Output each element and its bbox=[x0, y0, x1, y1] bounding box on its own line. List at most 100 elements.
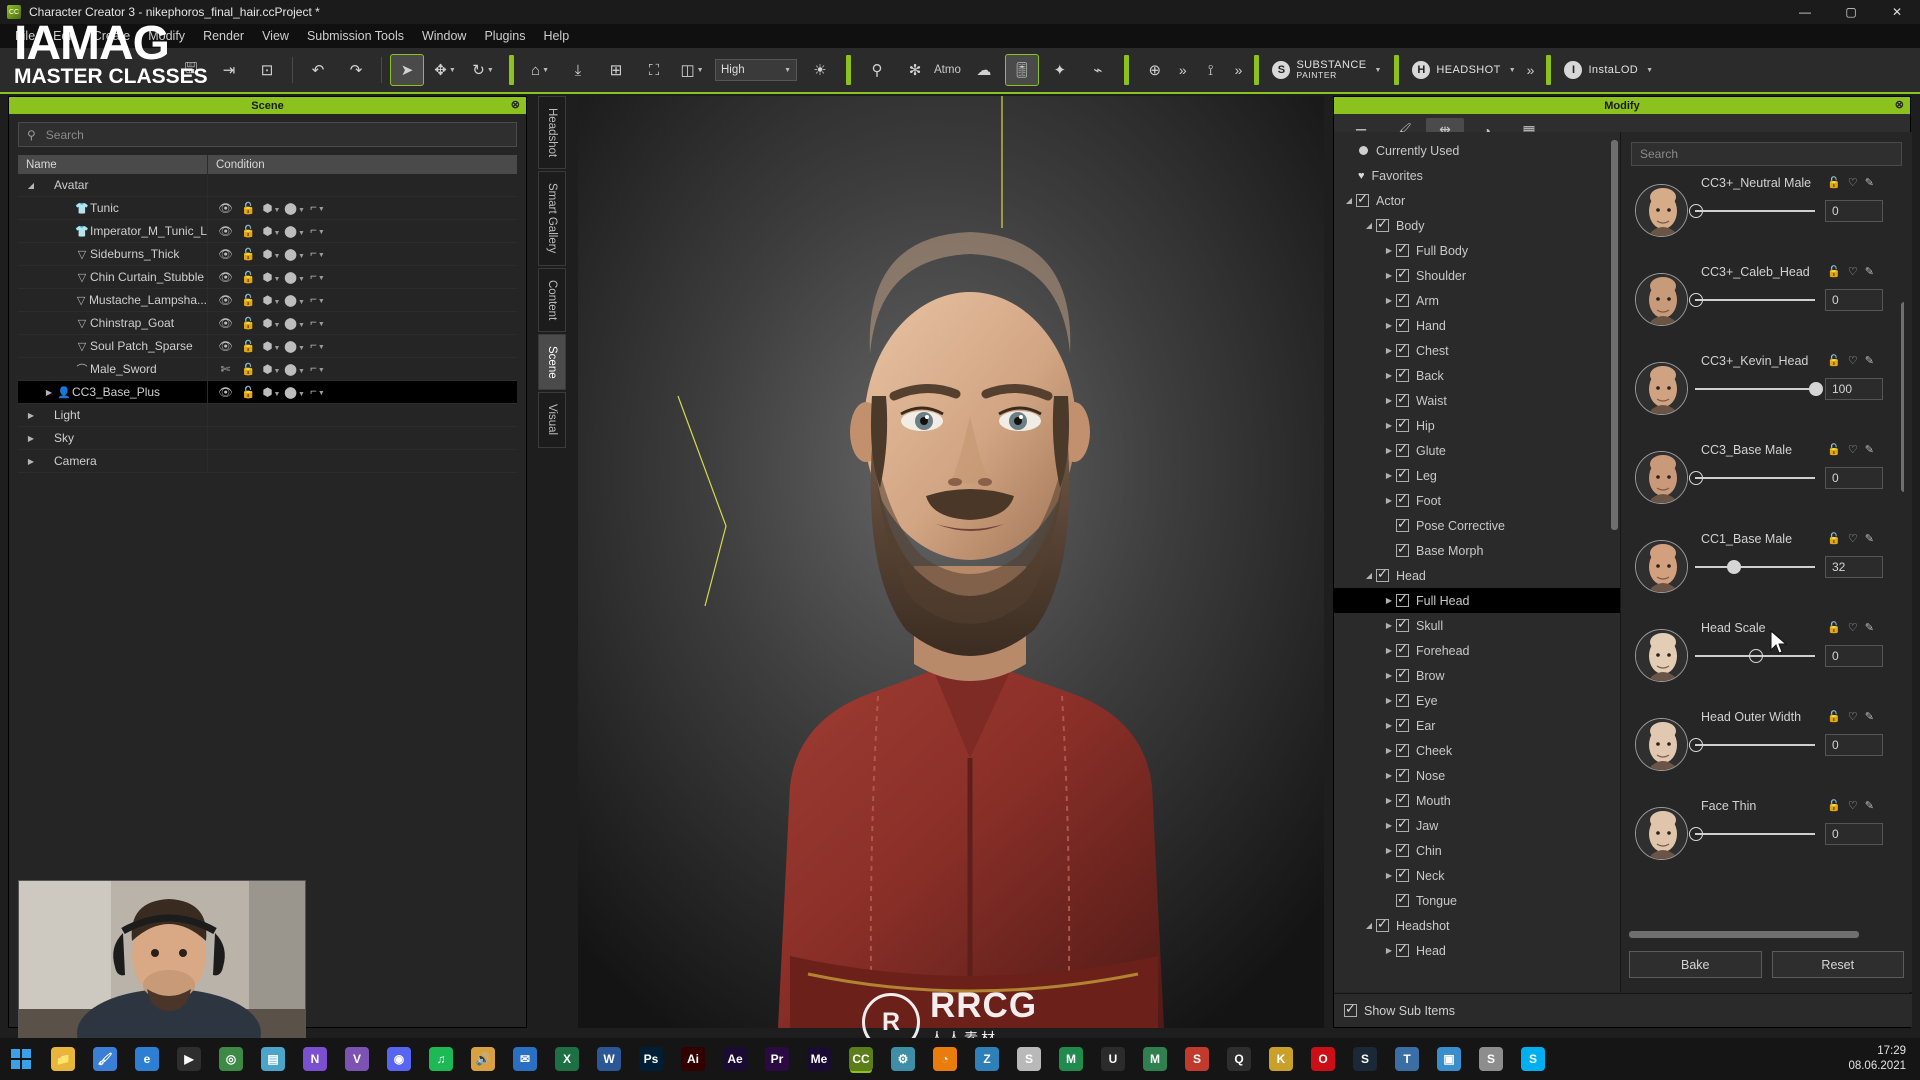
material-icon[interactable]: ⬤▼ bbox=[284, 270, 305, 284]
brand-dropdown-caret[interactable]: ▼ bbox=[1509, 67, 1516, 74]
menu-item-plugins[interactable]: Plugins bbox=[475, 26, 534, 46]
vertical-tab-headshot[interactable]: Headshot bbox=[538, 96, 566, 170]
morph-tree-row[interactable]: Base Morph bbox=[1334, 538, 1620, 563]
scene-tree-row[interactable]: ▶ 👤 CC3_Base_Plus 👁 🔓 ⬢▼ ⬤▼ ⌐▼ bbox=[18, 380, 517, 404]
morph-checkbox[interactable] bbox=[1396, 591, 1409, 607]
globe-icon[interactable]: ⊕ bbox=[1138, 54, 1172, 86]
reset-button[interactable]: Reset bbox=[1771, 951, 1904, 978]
morph-slider-track[interactable] bbox=[1695, 566, 1815, 568]
morph-slider-value[interactable]: 0 bbox=[1825, 645, 1883, 667]
morph-thumbnail-head-caleb[interactable] bbox=[1635, 273, 1688, 326]
expand-arrow-icon[interactable]: ◢ bbox=[1362, 921, 1376, 930]
show-sub-items-row[interactable]: Show Sub Items bbox=[1334, 993, 1912, 1027]
morph-checkbox[interactable] bbox=[1396, 516, 1409, 532]
morph-thumbnail-head-neutral-male[interactable] bbox=[1635, 184, 1688, 237]
lock-icon[interactable]: 🔓 bbox=[238, 224, 259, 238]
export-icon[interactable]: ⇥ bbox=[212, 54, 246, 86]
lock-icon[interactable]: 🔓 bbox=[1827, 354, 1841, 367]
morph-slider-value[interactable]: 0 bbox=[1825, 467, 1883, 489]
lock-icon[interactable]: 🔓 bbox=[1827, 443, 1841, 456]
lock-icon[interactable]: 🔓 bbox=[238, 316, 259, 330]
expand-arrow-icon[interactable]: ▶ bbox=[1382, 671, 1396, 680]
material-icon[interactable]: ⬤▼ bbox=[284, 247, 305, 261]
visibility-icon[interactable]: 👁 bbox=[215, 270, 236, 284]
morph-tree-row[interactable]: ▶ Foot bbox=[1334, 488, 1620, 513]
mesh-icon[interactable]: ⬢▼ bbox=[261, 224, 282, 238]
morph-tree-row[interactable]: ▶ Hip bbox=[1334, 413, 1620, 438]
taskbar-icon-media-player[interactable]: ▶ bbox=[168, 1038, 210, 1080]
morph-tree-row[interactable]: ▶ Jaw bbox=[1334, 813, 1620, 838]
visibility-icon[interactable]: 👁 bbox=[215, 385, 236, 399]
scene-search-input[interactable] bbox=[45, 127, 508, 142]
morph-tree-row[interactable]: ▶ Nose bbox=[1334, 763, 1620, 788]
morph-checkbox[interactable] bbox=[1396, 466, 1409, 482]
morph-tree-row[interactable]: ▶ Chin bbox=[1334, 838, 1620, 863]
taskbar-icon-discord[interactable]: ◉ bbox=[378, 1038, 420, 1080]
morph-slider-track[interactable] bbox=[1695, 477, 1815, 479]
expand-arrow-icon[interactable]: ▶ bbox=[24, 411, 38, 420]
material-icon[interactable]: ⬤▼ bbox=[284, 224, 305, 238]
expand-arrow-icon[interactable]: ▶ bbox=[1382, 321, 1396, 330]
vertical-tab-scene[interactable]: Scene bbox=[538, 333, 566, 391]
lock-icon[interactable]: 🔓 bbox=[1827, 532, 1841, 545]
pencil-icon[interactable]: ✎ bbox=[1865, 532, 1874, 545]
fog-icon[interactable]: ☁ bbox=[967, 54, 1001, 86]
uv-icon[interactable]: ⌐▼ bbox=[307, 317, 328, 329]
morph-checkbox[interactable] bbox=[1376, 916, 1389, 932]
menu-item-window[interactable]: Window bbox=[413, 26, 475, 46]
morph-slider-value[interactable]: 32 bbox=[1825, 556, 1883, 578]
scene-tree-row[interactable]: ▽ Chin Curtain_Stubble 👁 🔓 ⬢▼ ⬤▼ ⌐▼ bbox=[18, 265, 517, 289]
morph-slider-knob[interactable] bbox=[1749, 649, 1763, 663]
scene-tree-row[interactable]: ▽ Soul Patch_Sparse 👁 🔓 ⬢▼ ⬤▼ ⌐▼ bbox=[18, 334, 517, 358]
vertical-tab-visual[interactable]: Visual bbox=[538, 392, 566, 448]
lock-icon[interactable]: 🔓 bbox=[238, 362, 259, 376]
mesh-icon[interactable]: ⬢▼ bbox=[261, 201, 282, 215]
morph-slider-knob[interactable] bbox=[1689, 293, 1703, 307]
morph-tree-row[interactable]: ▶ Eye bbox=[1334, 688, 1620, 713]
taskbar-icon-marmoset[interactable]: T bbox=[1386, 1038, 1428, 1080]
morph-checkbox[interactable] bbox=[1396, 441, 1409, 457]
heart-icon[interactable]: ♡ bbox=[1848, 354, 1858, 367]
morph-slider-knob[interactable] bbox=[1689, 204, 1703, 218]
lock-icon[interactable]: 🔓 bbox=[238, 247, 259, 261]
heart-icon[interactable]: ♡ bbox=[1848, 710, 1858, 723]
morph-tree-row[interactable]: ▶ Cheek bbox=[1334, 738, 1620, 763]
morph-tree-row[interactable]: ▶ Hand bbox=[1334, 313, 1620, 338]
taskbar-icon-skype[interactable]: S bbox=[1512, 1038, 1554, 1080]
morph-tree-row[interactable]: ◢ Head bbox=[1334, 563, 1620, 588]
morph-checkbox[interactable] bbox=[1396, 241, 1409, 257]
scene-search-box[interactable]: ⚲ bbox=[18, 122, 517, 147]
expand-arrow-icon[interactable]: ◢ bbox=[24, 181, 38, 190]
toolbar-overflow-chevron[interactable]: » bbox=[1230, 62, 1248, 78]
pencil-icon[interactable]: ✎ bbox=[1865, 443, 1874, 456]
morph-slider-knob[interactable] bbox=[1727, 560, 1742, 574]
taskbar-icon-opera[interactable]: O bbox=[1302, 1038, 1344, 1080]
pencil-icon[interactable]: ✎ bbox=[1865, 265, 1874, 278]
visibility-icon[interactable]: 👁 bbox=[215, 247, 236, 261]
morph-tree-row[interactable]: ♥ Favorites bbox=[1334, 163, 1620, 188]
expand-arrow-icon[interactable]: ▶ bbox=[42, 388, 56, 397]
close-button[interactable]: ✕ bbox=[1874, 0, 1920, 24]
visibility-icon[interactable]: 👁 bbox=[215, 339, 236, 353]
taskbar-icon-after-effects[interactable]: Ae bbox=[714, 1038, 756, 1080]
expand-arrow-icon[interactable]: ▶ bbox=[1382, 446, 1396, 455]
morph-checkbox[interactable] bbox=[1396, 791, 1409, 807]
expand-arrow-icon[interactable]: ▶ bbox=[1382, 496, 1396, 505]
taskbar-icon-chrome-browser[interactable]: ◎ bbox=[210, 1038, 252, 1080]
mesh-icon[interactable]: ⬢▼ bbox=[261, 270, 282, 284]
morph-search-input[interactable] bbox=[1640, 147, 1893, 161]
morph-checkbox[interactable] bbox=[1396, 266, 1409, 282]
uv-icon[interactable]: ⌐▼ bbox=[307, 225, 328, 237]
taskbar-icon-media-encoder[interactable]: Me bbox=[798, 1038, 840, 1080]
morph-slider-knob[interactable] bbox=[1689, 738, 1703, 752]
sun-light-icon[interactable]: ☀ bbox=[803, 54, 837, 86]
morph-checkbox[interactable] bbox=[1396, 766, 1409, 782]
morph-checkbox[interactable] bbox=[1396, 741, 1409, 757]
lock-icon[interactable]: 🔓 bbox=[1827, 265, 1841, 278]
bake-button[interactable]: Bake bbox=[1629, 951, 1762, 978]
scene-tree-row[interactable]: 👕 Imperator_M_Tunic_L 👁 🔓 ⬢▼ ⬤▼ ⌐▼ bbox=[18, 219, 517, 243]
redo-icon[interactable]: ↷ bbox=[339, 54, 373, 86]
morph-slider-track[interactable] bbox=[1695, 299, 1815, 301]
taskbar-icon-keyshot[interactable]: K bbox=[1260, 1038, 1302, 1080]
uv-icon[interactable]: ⌐▼ bbox=[307, 386, 328, 398]
